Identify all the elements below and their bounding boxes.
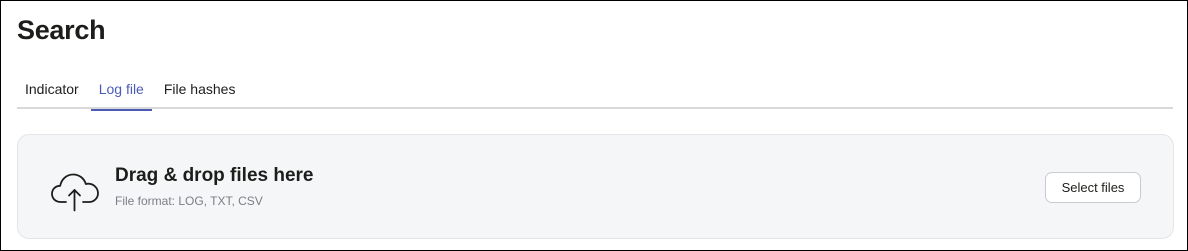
tab-bar: Indicator Log file File hashes bbox=[17, 71, 1173, 111]
tab-log-file[interactable]: Log file bbox=[90, 71, 153, 111]
page-title: Search bbox=[17, 15, 106, 45]
search-panel: Search Indicator Log file File hashes Dr… bbox=[0, 0, 1188, 251]
file-dropzone[interactable]: Drag & drop files here File format: LOG,… bbox=[17, 134, 1174, 239]
cloud-upload-icon bbox=[50, 172, 100, 212]
tab-indicator[interactable]: Indicator bbox=[17, 71, 87, 109]
select-files-button[interactable]: Select files bbox=[1045, 172, 1141, 203]
dropzone-title: Drag & drop files here bbox=[115, 165, 314, 186]
tab-file-hashes[interactable]: File hashes bbox=[156, 71, 244, 109]
dropzone-file-format: File format: LOG, TXT, CSV bbox=[115, 194, 263, 208]
